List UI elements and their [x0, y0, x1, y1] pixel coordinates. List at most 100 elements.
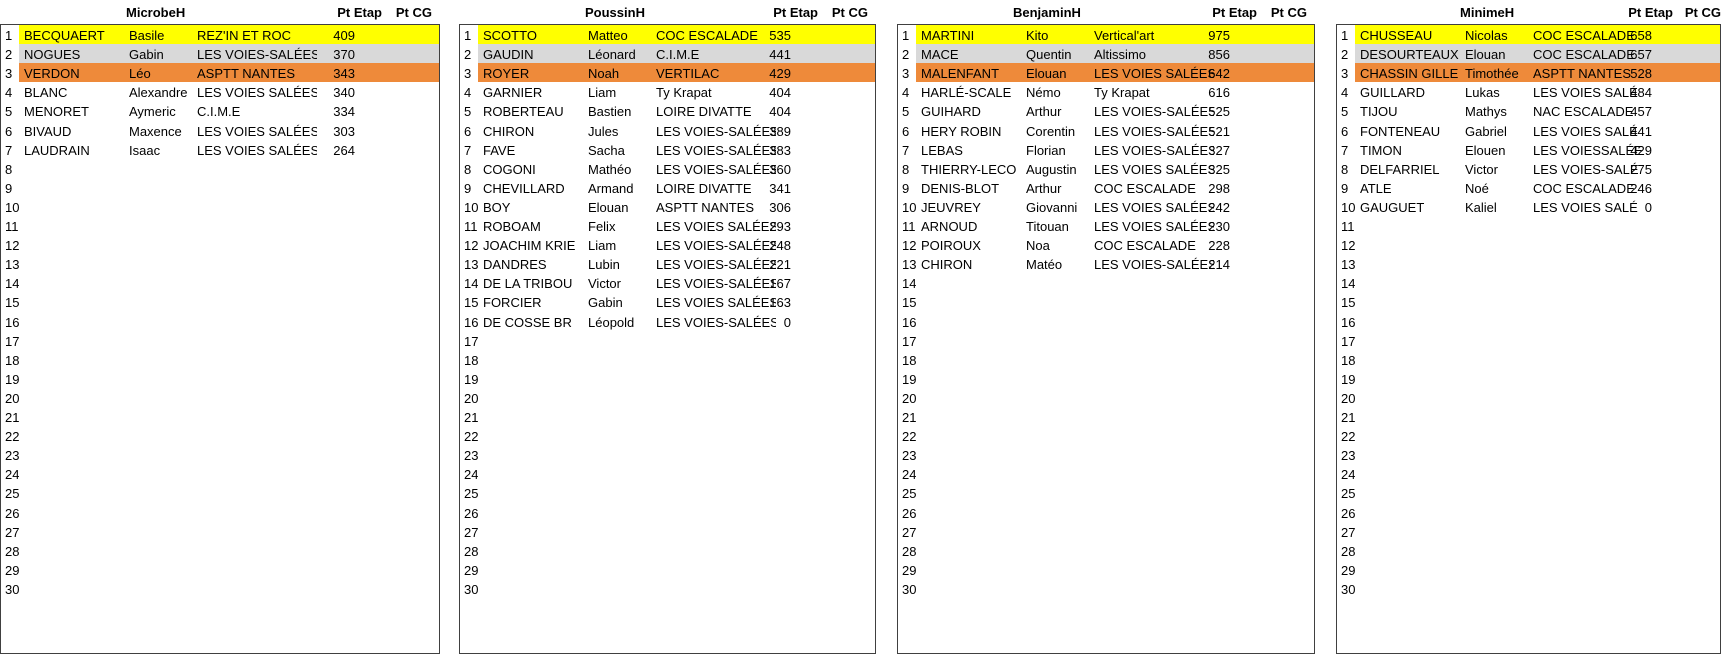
- table-row: 13 DANDRES Lubin LES VOIES-SALÉES 221: [460, 254, 875, 273]
- pt-cg-header: Pt CG: [1684, 5, 1721, 20]
- table-row: 22: [460, 426, 875, 445]
- athlete-firstname: Florian: [1026, 142, 1066, 158]
- table-row: 2 NOGUES Gabin LES VOIES-SALÉES 370: [5, 44, 439, 64]
- athlete-firstname: Victor: [588, 276, 621, 292]
- rank-number: 8: [1341, 161, 1349, 177]
- table-row: 17: [1, 331, 439, 350]
- rank-number: 28: [5, 543, 20, 559]
- rank-number: 5: [1341, 104, 1349, 120]
- rank-number: 12: [1341, 238, 1356, 254]
- rank-number: 17: [1341, 333, 1356, 349]
- rank-number: 23: [902, 448, 917, 464]
- rank-number: 18: [902, 352, 917, 368]
- points-etap: 275: [1630, 161, 1652, 177]
- panel-microbe: MicrobeH Pt Etap Pt CG 1 BECQUAERT Basile REZ'…: [0, 0, 440, 655]
- athlete-lastname: HARLÉ-SCALE: [921, 85, 1012, 101]
- rank-number: 22: [5, 429, 20, 445]
- athlete-firstname: Liam: [588, 238, 617, 254]
- athlete-lastname: DENIS-BLOT: [921, 180, 1000, 196]
- rank-number: 3: [902, 66, 910, 82]
- panel-header: MicrobeH Pt Etap Pt CG: [0, 0, 440, 25]
- table-row: 19: [1, 369, 439, 388]
- athlete-lastname: CHUSSEAU: [1360, 28, 1433, 43]
- table-row: 27: [460, 522, 875, 541]
- table-row: 5 ROBERTEAU Bastien LOIRE DIVATTE 404: [460, 101, 875, 120]
- table-row: 20: [1, 388, 439, 407]
- table-row: 27: [1337, 522, 1720, 541]
- table-row: 19: [898, 369, 1314, 388]
- table-row: 15: [898, 292, 1314, 311]
- table-row: 20: [460, 388, 875, 407]
- athlete-lastname: DESOURTEAUX: [1360, 47, 1459, 63]
- table-row: 4 GARNIER Liam Ty Krapat 404: [460, 82, 875, 101]
- points-etap: 303: [333, 123, 355, 139]
- rank-number: 28: [1341, 543, 1356, 559]
- rank-number: 5: [464, 104, 472, 120]
- rank-number: 14: [1341, 276, 1356, 292]
- rank-number: 1: [464, 28, 472, 43]
- athlete-firstname: Giovanni: [1026, 199, 1078, 215]
- table-row: 10 GAUGUET Kaliel LES VOIES SALÉ 0: [1337, 197, 1720, 216]
- rank-number: 11: [902, 219, 916, 234]
- athlete-lastname: MARTINI: [921, 28, 975, 43]
- athlete-firstname: Noah: [588, 66, 620, 82]
- points-etap: 246: [1630, 180, 1652, 196]
- points-etap: 525: [1208, 104, 1230, 120]
- rank-number: 2: [464, 47, 472, 63]
- rank-number: 8: [902, 161, 910, 177]
- points-etap: 248: [769, 238, 791, 254]
- rank-number: 10: [902, 199, 917, 215]
- table-row: 18: [898, 350, 1314, 369]
- table-row: 21: [1337, 407, 1720, 426]
- rank-number: 9: [902, 180, 910, 196]
- table-row: 5 MENORET Aymeric C.I.M.E 334: [1, 101, 439, 120]
- table-row: 20: [1337, 388, 1720, 407]
- points-etap: 616: [1208, 85, 1230, 101]
- rank-number: 2: [902, 47, 910, 63]
- table-row: 5 TIJOU Mathys NAC ESCALADE 457: [1337, 101, 1720, 120]
- rank-number: 3: [1341, 66, 1349, 82]
- athlete-firstname: Elouen: [1465, 142, 1506, 158]
- table-row: 14: [1, 273, 439, 292]
- table-row: 14: [1337, 273, 1720, 292]
- rank-number: 1: [1341, 28, 1349, 43]
- rank-number: 4: [5, 85, 13, 101]
- points-etap: 389: [769, 123, 791, 139]
- points-etap: 404: [769, 85, 791, 101]
- table-row: 5 GUIHARD Arthur LES VOIES-SALÉES 525: [898, 101, 1314, 120]
- athlete-firstname: Mathéo: [588, 161, 632, 177]
- rank-number: 22: [464, 429, 479, 445]
- rank-number: 12: [5, 238, 20, 254]
- athlete-firstname: Corentin: [1026, 123, 1076, 139]
- rank-number: 30: [464, 581, 479, 597]
- rank-number: 23: [464, 448, 479, 464]
- points-etap: 230: [1208, 219, 1230, 234]
- table-row: 3 ROYER Noah VERTILAC 429: [464, 63, 875, 83]
- table-row: 22: [1337, 426, 1720, 445]
- rank-number: 7: [1341, 142, 1349, 158]
- rank-number: 4: [1341, 85, 1349, 101]
- rank-number: 24: [902, 467, 917, 483]
- athlete-firstname: Victor: [1465, 161, 1498, 177]
- table-row: 2 MACE Quentin Altissimo 856: [902, 44, 1314, 64]
- rank-number: 14: [902, 276, 917, 292]
- category-title: BenjaminH: [1013, 5, 1081, 20]
- table-row: 16: [1, 312, 439, 331]
- table-row: 24: [1337, 464, 1720, 483]
- rank-number: 10: [5, 199, 20, 215]
- rank-number: 19: [464, 371, 479, 387]
- table-row: 28: [460, 541, 875, 560]
- points-etap: 658: [1630, 28, 1652, 43]
- athlete-lastname: LEBAS: [921, 142, 963, 158]
- table-row: 15 FORCIER Gabin LES VOIES SALÉES 163: [460, 292, 875, 311]
- points-etap: 293: [769, 219, 791, 234]
- rank-number: 24: [464, 467, 479, 483]
- club-name: LES VOIES SALÉES: [197, 123, 317, 139]
- rank-number: 26: [464, 505, 479, 521]
- athlete-lastname: BIVAUD: [24, 123, 72, 139]
- rank-number: 29: [464, 562, 479, 578]
- athlete-lastname: SCOTTO: [483, 28, 537, 43]
- pt-cg-header: Pt CG: [395, 5, 432, 20]
- rank-number: 21: [5, 410, 20, 425]
- athlete-lastname: JOACHIM KRIE: [483, 238, 576, 254]
